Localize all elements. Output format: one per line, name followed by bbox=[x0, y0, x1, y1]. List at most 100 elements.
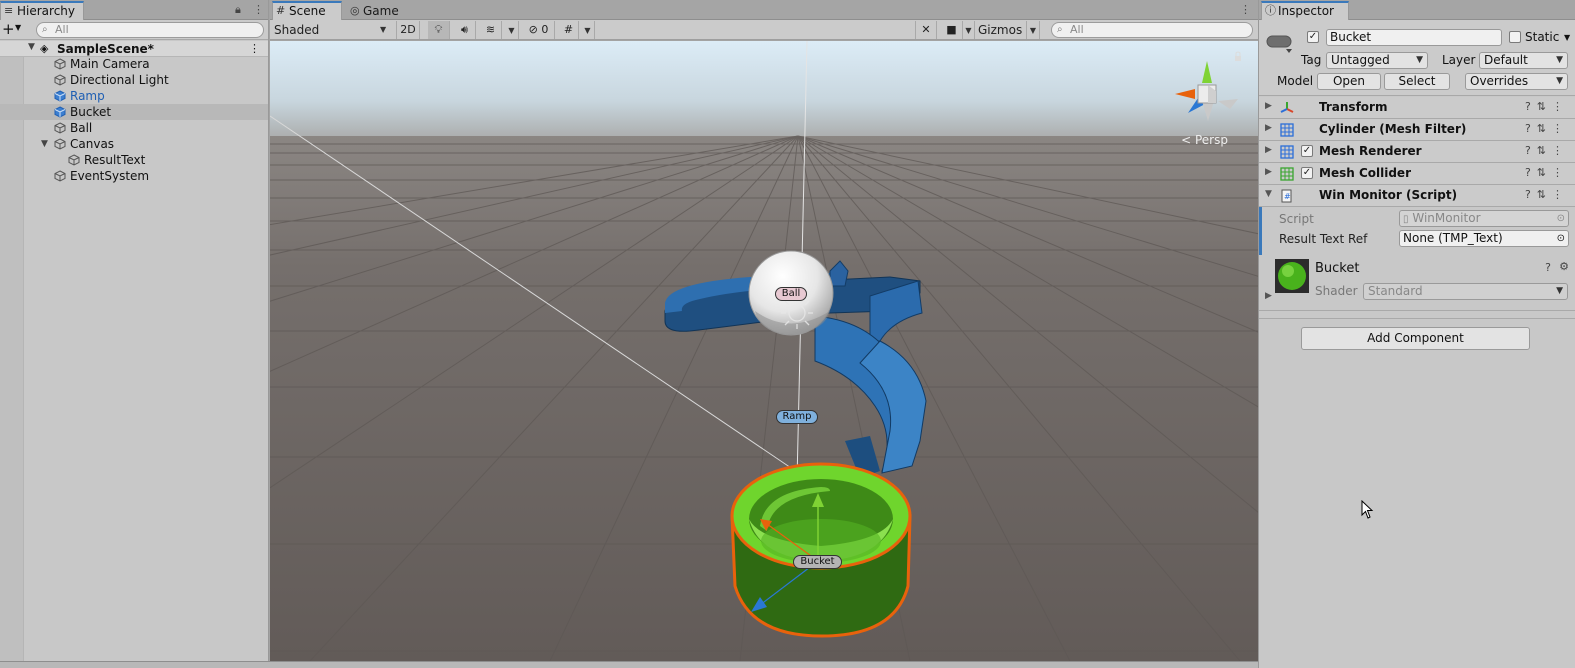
grid-toggle[interactable]: # bbox=[559, 21, 579, 39]
hierarchy-item-bucket[interactable]: Bucket bbox=[0, 104, 268, 120]
hierarchy-item-label: ResultText bbox=[84, 153, 146, 167]
more-icon[interactable]: ⋮ bbox=[1552, 100, 1569, 113]
component-title: Mesh Collider bbox=[1319, 166, 1411, 180]
more-icon[interactable]: ⋮ bbox=[1552, 144, 1569, 157]
help-icon[interactable]: ? bbox=[1525, 188, 1537, 201]
camera-toggle[interactable]: ■ bbox=[941, 21, 963, 39]
layers-icon: ≋ bbox=[485, 23, 496, 36]
more-icon[interactable]: ⋮ bbox=[1552, 122, 1569, 135]
tab-inspector[interactable]: ⓘ Inspector bbox=[1261, 1, 1349, 20]
tab-game[interactable]: ◎ Game bbox=[346, 1, 408, 20]
layer-label: Layer bbox=[1442, 53, 1476, 67]
tab-scene[interactable]: # Scene bbox=[272, 1, 342, 20]
help-icon[interactable]: ? bbox=[1525, 100, 1537, 113]
scene-menu-icon[interactable]: ⋮ bbox=[249, 42, 260, 55]
hierarchy-item-ramp[interactable]: Ramp bbox=[0, 88, 268, 104]
help-icon[interactable]: ? bbox=[1525, 166, 1537, 179]
expand-arrow-icon[interactable]: ▶ bbox=[1265, 167, 1272, 177]
hierarchy-item-ball[interactable]: Ball bbox=[0, 120, 268, 136]
help-icon[interactable]: ? bbox=[1525, 144, 1537, 157]
2d-toggle[interactable]: 2D bbox=[396, 21, 420, 39]
hierarchy-item-canvas[interactable]: ▼ Canvas bbox=[0, 136, 268, 152]
lock-icon[interactable]: 🔒︎ bbox=[235, 3, 241, 17]
help-icon[interactable]: ? bbox=[1545, 261, 1551, 274]
effects-toggle[interactable]: ≋ bbox=[480, 21, 502, 39]
expand-arrow-icon[interactable]: ▶ bbox=[1265, 123, 1272, 133]
expand-arrow-icon[interactable]: ▶ bbox=[1265, 101, 1272, 111]
mesh-filter-icon bbox=[1280, 123, 1294, 137]
expand-arrow-icon[interactable]: ▶ bbox=[1265, 291, 1272, 301]
gizmos-dropdown[interactable]: ▼ bbox=[1026, 21, 1040, 39]
script-reference-field[interactable]: ▯ WinMonitor ⊙ bbox=[1399, 210, 1569, 227]
chevron-down-icon: ▼ bbox=[1556, 286, 1563, 296]
settings-sliders-icon[interactable]: ⇅ bbox=[1537, 100, 1552, 113]
perspective-label[interactable]: < Persp bbox=[1181, 133, 1228, 147]
more-icon[interactable]: ⋮ bbox=[253, 3, 264, 16]
collapse-arrow-icon[interactable]: ▼ bbox=[1265, 189, 1272, 199]
script-icon: # bbox=[1281, 189, 1292, 203]
tools-toggle[interactable]: ✕ bbox=[915, 21, 937, 39]
expand-arrow-icon[interactable]: ▶ bbox=[1265, 145, 1272, 155]
more-icon[interactable]: ⋮ bbox=[1552, 188, 1569, 201]
active-checkbox[interactable]: ✓ bbox=[1307, 31, 1319, 43]
shader-dropdown[interactable]: Standard ▼ bbox=[1363, 283, 1568, 300]
camera-dropdown[interactable]: ▼ bbox=[963, 21, 975, 39]
help-icon[interactable]: ? bbox=[1525, 122, 1537, 135]
add-icon[interactable]: + bbox=[2, 20, 15, 38]
component-mesh-collider[interactable]: ▶ ✓ Mesh Collider ?⇅⋮ bbox=[1259, 163, 1575, 185]
tag-label: Tag bbox=[1301, 53, 1322, 67]
hierarchy-item-directional-light[interactable]: Directional Light bbox=[0, 72, 268, 88]
gear-icon[interactable]: ⚙ bbox=[1559, 260, 1569, 273]
component-mesh-renderer[interactable]: ▶ ✓ Mesh Renderer ?⇅⋮ bbox=[1259, 141, 1575, 163]
shading-mode-dropdown[interactable]: Shaded ▼ bbox=[274, 20, 390, 40]
scene-search-input[interactable]: ⌕ All bbox=[1051, 22, 1253, 38]
eye-slash-icon: ⊘ bbox=[528, 23, 538, 36]
object-picker-icon[interactable]: ⊙ bbox=[1557, 211, 1565, 226]
gizmos-label: Gizmos bbox=[978, 23, 1023, 37]
settings-sliders-icon[interactable]: ⇅ bbox=[1537, 144, 1552, 157]
chevron-down-icon: ▼ bbox=[1556, 55, 1563, 65]
settings-sliders-icon[interactable]: ⇅ bbox=[1537, 166, 1552, 179]
tab-hierarchy[interactable]: ≡ Hierarchy bbox=[0, 1, 84, 20]
mesh-collider-enabled-checkbox[interactable]: ✓ bbox=[1301, 167, 1313, 179]
mesh-renderer-enabled-checkbox[interactable]: ✓ bbox=[1301, 145, 1313, 157]
object-picker-icon[interactable]: ⊙ bbox=[1557, 231, 1565, 246]
settings-sliders-icon[interactable]: ⇅ bbox=[1537, 122, 1552, 135]
object-name-field[interactable]: Bucket bbox=[1326, 29, 1502, 46]
hierarchy-item-eventsystem[interactable]: EventSystem bbox=[0, 168, 268, 184]
scene-root-row[interactable]: ▼ ◈ SampleScene* ⋮ bbox=[0, 41, 268, 57]
hierarchy-item-resulttext[interactable]: ResultText bbox=[0, 152, 268, 168]
gamepad-icon: ◎ bbox=[350, 4, 360, 17]
material-preview-icon[interactable] bbox=[1275, 259, 1309, 293]
scene-tabbar: # Scene ◎ Game ⋮ bbox=[270, 0, 1258, 20]
model-open-button[interactable]: Open bbox=[1317, 73, 1381, 90]
more-icon[interactable]: ⋮ bbox=[1552, 166, 1569, 179]
overrides-dropdown[interactable]: Overrides ▼ bbox=[1465, 73, 1568, 90]
model-select-button[interactable]: Select bbox=[1384, 73, 1450, 90]
tag-dropdown[interactable]: Untagged ▼ bbox=[1326, 52, 1428, 69]
component-mesh-filter[interactable]: ▶ Cylinder (Mesh Filter) ?⇅⋮ bbox=[1259, 119, 1575, 141]
effects-dropdown[interactable]: ▼ bbox=[505, 21, 519, 39]
hierarchy-search-input[interactable]: ⌕ All bbox=[36, 22, 264, 38]
expand-arrow-icon[interactable]: ▼ bbox=[28, 42, 35, 52]
expand-arrow-icon[interactable]: ▼ bbox=[41, 136, 48, 152]
component-win-monitor[interactable]: ▼ # Win Monitor (Script) ?⇅⋮ bbox=[1259, 185, 1575, 207]
unity-scene-icon: ◈ bbox=[40, 42, 49, 55]
hierarchy-toolbar: + ▼ ⌕ All bbox=[0, 20, 268, 40]
lighting-toggle[interactable]: 💡︎ bbox=[428, 21, 450, 39]
result-text-ref-field[interactable]: None (TMP_Text) ⊙ bbox=[1399, 230, 1569, 247]
scene-viewport[interactable]: < Persp Ball Ramp Bucket bbox=[270, 41, 1258, 661]
hidden-objects-toggle[interactable]: ⊘ 0 bbox=[523, 21, 555, 39]
settings-sliders-icon[interactable]: ⇅ bbox=[1537, 188, 1552, 201]
audio-toggle[interactable]: 🔊︎ bbox=[454, 21, 476, 39]
add-component-button[interactable]: Add Component bbox=[1301, 327, 1530, 350]
grid-dropdown[interactable]: ▼ bbox=[581, 21, 595, 39]
hierarchy-item-main-camera[interactable]: Main Camera bbox=[0, 56, 268, 72]
static-checkbox[interactable] bbox=[1509, 31, 1521, 43]
layer-dropdown[interactable]: Default ▼ bbox=[1479, 52, 1568, 69]
more-icon[interactable]: ⋮ bbox=[1240, 3, 1251, 16]
chevron-down-icon[interactable]: ▼ bbox=[1564, 33, 1570, 42]
component-transform[interactable]: ▶ Transform ?⇅⋮ bbox=[1259, 97, 1575, 119]
chevron-down-icon[interactable]: ▼ bbox=[15, 23, 21, 32]
gizmos-button[interactable]: Gizmos bbox=[978, 20, 1028, 40]
